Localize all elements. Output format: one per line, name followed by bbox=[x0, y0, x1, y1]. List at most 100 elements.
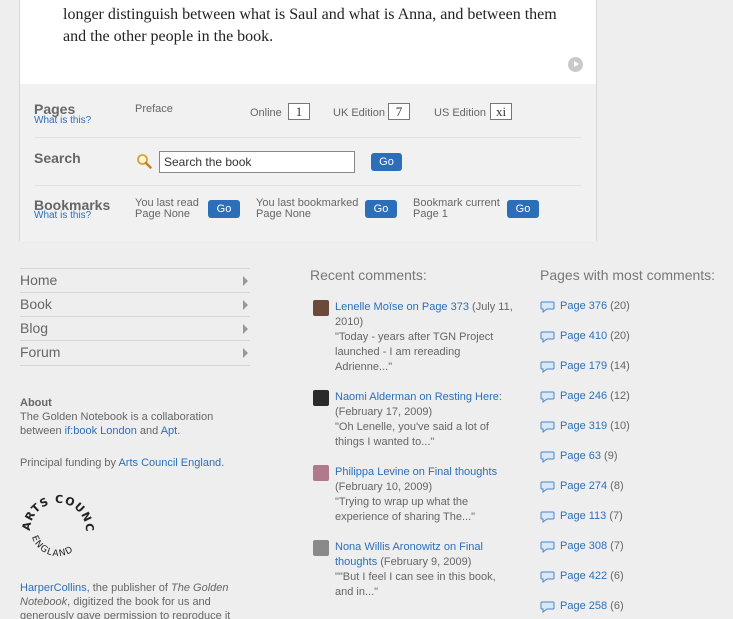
about-heading: About bbox=[20, 397, 52, 409]
comment-bubble-icon bbox=[540, 541, 555, 553]
comment-bubble-icon bbox=[540, 481, 555, 493]
comment-bubble-icon bbox=[540, 511, 555, 523]
most-commented-page-link[interactable]: Page 63 bbox=[560, 450, 601, 462]
comment-text: Nona Willis Aronowitz on Final thoughts … bbox=[335, 540, 515, 600]
divider bbox=[20, 365, 250, 366]
comment-bubble-icon bbox=[540, 391, 555, 403]
last-read-go-button[interactable]: Go bbox=[208, 200, 240, 218]
nav-item-forum[interactable]: Forum bbox=[20, 340, 250, 364]
about-text-part: . bbox=[177, 425, 181, 437]
chevron-right-icon bbox=[243, 324, 248, 334]
search-heading: Search bbox=[34, 150, 81, 166]
most-commented-text: Page 308 (7) bbox=[560, 538, 624, 554]
divider bbox=[34, 185, 582, 186]
comment-date: (February 17, 2009) bbox=[335, 406, 433, 418]
comment-author: Lenelle Moïse bbox=[335, 301, 404, 313]
most-commented-text: Page 113 (7) bbox=[560, 508, 623, 524]
comment-link[interactable]: Naomi Alderman on Resting Here: bbox=[335, 391, 502, 403]
nav-item-label: Blog bbox=[20, 320, 49, 336]
comment-link[interactable]: Lenelle Moïse on Page 373 bbox=[335, 301, 469, 313]
nav-item-label: Home bbox=[20, 272, 58, 288]
comment-bubble-icon bbox=[540, 331, 555, 343]
publisher-text: HarperCollins, the publisher of The Gold… bbox=[20, 581, 235, 619]
online-label: Online bbox=[250, 107, 282, 119]
comment-text: Naomi Alderman on Resting Here: (Februar… bbox=[335, 390, 515, 450]
search-go-button[interactable]: Go bbox=[371, 153, 402, 171]
comment-link[interactable]: Philippa Levine on Final thoughts bbox=[335, 466, 497, 478]
comment-bubble-icon bbox=[540, 451, 555, 463]
comment-excerpt: "Trying to wrap up what the experience o… bbox=[335, 496, 476, 523]
nav-item-home[interactable]: Home bbox=[20, 268, 250, 292]
book-toolbar: Pages What is this? Preface Online 1 UK … bbox=[20, 84, 596, 241]
most-commented-title: Pages with most comments: bbox=[540, 267, 716, 283]
chevron-right-icon bbox=[243, 300, 248, 310]
preface-label[interactable]: Preface bbox=[135, 104, 173, 115]
apt-link[interactable]: Apt bbox=[161, 425, 178, 437]
nav-item-blog[interactable]: Blog bbox=[20, 316, 250, 340]
avatar[interactable] bbox=[313, 465, 329, 481]
most-commented-text: Page 179 (14) bbox=[560, 358, 630, 374]
most-commented-page-link[interactable]: Page 258 bbox=[560, 600, 607, 612]
most-commented-count: (10) bbox=[607, 420, 630, 432]
most-commented-text: Page 319 (10) bbox=[560, 418, 630, 434]
avatar[interactable] bbox=[313, 390, 329, 406]
most-commented-page-link[interactable]: Page 274 bbox=[560, 480, 607, 492]
most-commented-page-link[interactable]: Page 308 bbox=[560, 540, 607, 552]
most-commented-count: (9) bbox=[600, 450, 618, 462]
avatar[interactable] bbox=[313, 540, 329, 556]
comment-excerpt: ""But I feel I can see in this book, and… bbox=[335, 571, 496, 598]
most-commented-text: Page 422 (6) bbox=[560, 568, 624, 584]
arts-council-link[interactable]: Arts Council England bbox=[118, 457, 221, 469]
most-commented-page-link[interactable]: Page 410 bbox=[560, 330, 607, 342]
most-commented-count: (14) bbox=[607, 360, 630, 372]
search-input[interactable] bbox=[159, 151, 355, 173]
book-card: longer distinguish between what is Saul … bbox=[19, 0, 597, 241]
chevron-right-icon bbox=[243, 348, 248, 358]
svg-text:ENGLAND: ENGLAND bbox=[29, 534, 75, 559]
search-icon bbox=[137, 154, 152, 169]
last-bookmarked-go-button[interactable]: Go bbox=[365, 200, 397, 218]
funding-text: Principal funding by Arts Council Englan… bbox=[20, 456, 235, 470]
most-commented-page-link[interactable]: Page 113 bbox=[560, 510, 606, 522]
online-page-box[interactable]: 1 bbox=[288, 103, 310, 120]
most-commented-count: (6) bbox=[607, 570, 624, 582]
uk-edition-label: UK Edition bbox=[333, 107, 385, 119]
comment-bubble-icon bbox=[540, 421, 555, 433]
funding-text-part: . bbox=[221, 457, 225, 469]
uk-edition-page-box[interactable]: 7 bbox=[388, 103, 410, 120]
most-commented-text: Page 376 (20) bbox=[560, 298, 630, 314]
arts-council-logo[interactable]: ARTS COUNCIL ENGLAND bbox=[18, 485, 98, 565]
next-page-icon[interactable] bbox=[568, 57, 583, 72]
pages-row: Pages What is this? Preface Online 1 UK … bbox=[34, 84, 582, 136]
most-commented-page-link[interactable]: Page 376 bbox=[560, 300, 607, 312]
ifbook-link[interactable]: if:book London bbox=[65, 425, 137, 437]
comment-on: on bbox=[416, 391, 435, 403]
nav-item-label: Book bbox=[20, 296, 52, 312]
us-edition-page-box[interactable]: xi bbox=[490, 103, 512, 120]
about-text-part: and bbox=[136, 425, 161, 437]
svg-text:ARTS COUNCIL: ARTS COUNCIL bbox=[18, 485, 96, 533]
comment-on: on bbox=[409, 466, 428, 478]
most-commented-page-link[interactable]: Page 179 bbox=[560, 360, 607, 372]
pages-help-link[interactable]: What is this? bbox=[34, 115, 91, 126]
harpercollins-link[interactable]: HarperCollins bbox=[20, 582, 87, 594]
last-bookmarked-value: Page None bbox=[256, 208, 312, 220]
bookmark-current-go-button[interactable]: Go bbox=[507, 200, 539, 218]
logo-bottom-text: ENGLAND bbox=[29, 534, 74, 559]
comment-author: Philippa Levine bbox=[335, 466, 410, 478]
avatar[interactable] bbox=[313, 300, 329, 316]
most-commented-count: (7) bbox=[606, 510, 623, 522]
nav-item-book[interactable]: Book bbox=[20, 292, 250, 316]
divider bbox=[34, 137, 582, 138]
nav-item-label: Forum bbox=[20, 344, 61, 360]
most-commented-count: (7) bbox=[607, 540, 624, 552]
comment-date: (February 10, 2009) bbox=[335, 481, 433, 493]
most-commented-count: (12) bbox=[607, 390, 630, 402]
comment-on: on bbox=[403, 301, 422, 313]
bookmarks-help-link[interactable]: What is this? bbox=[34, 210, 91, 221]
most-commented-page-link[interactable]: Page 319 bbox=[560, 420, 607, 432]
most-commented-page-link[interactable]: Page 422 bbox=[560, 570, 607, 582]
most-commented-text: Page 274 (8) bbox=[560, 478, 624, 494]
most-commented-page-link[interactable]: Page 246 bbox=[560, 390, 607, 402]
comment-bubble-icon bbox=[540, 301, 555, 313]
